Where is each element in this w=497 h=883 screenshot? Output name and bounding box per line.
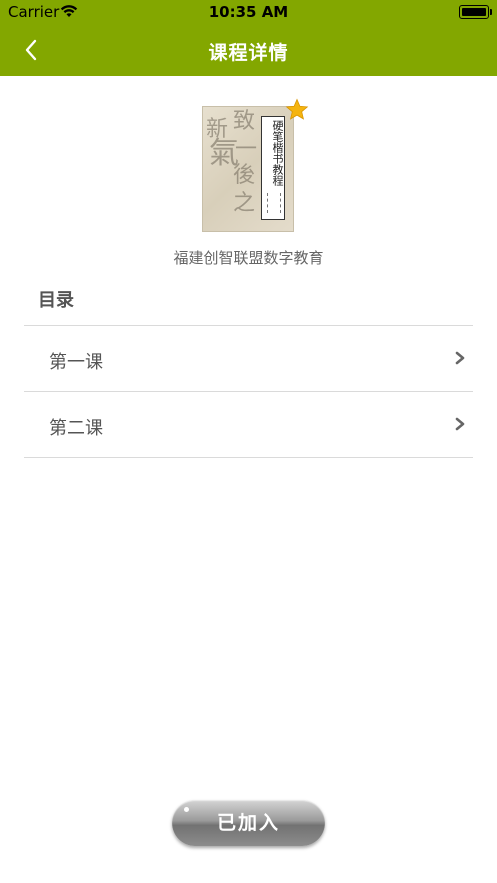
- lesson-row[interactable]: 第二课: [24, 392, 473, 457]
- battery-icon: [459, 5, 492, 19]
- joined-button-label: 已加入: [216, 812, 280, 834]
- course-cover: 新 氣 致 一 後 之 硬笔楷书教程: [202, 106, 294, 232]
- joined-button[interactable]: 已加入: [172, 800, 325, 846]
- chevron-right-icon: [455, 351, 465, 365]
- lesson-label: 第二课: [49, 418, 103, 439]
- status-bar: Carrier 10:35 AM: [0, 0, 497, 24]
- course-publisher: 福建创智联盟数字教育: [173, 249, 324, 267]
- divider: [24, 457, 473, 458]
- cover-label: 硬笔楷书教程: [261, 116, 285, 220]
- catalog-heading: 目录: [38, 290, 74, 311]
- page-title: 课程详情: [208, 42, 289, 64]
- nav-bar: Carrier 10:35 AM 课程详情: [0, 0, 497, 76]
- lesson-row[interactable]: 第一课: [24, 326, 473, 391]
- status-time: 10:35 AM: [208, 3, 289, 21]
- star-icon: [285, 98, 309, 120]
- lesson-label: 第一课: [49, 352, 103, 373]
- chevron-right-icon: [455, 417, 465, 431]
- cover-title: 硬笔楷书教程: [271, 120, 284, 186]
